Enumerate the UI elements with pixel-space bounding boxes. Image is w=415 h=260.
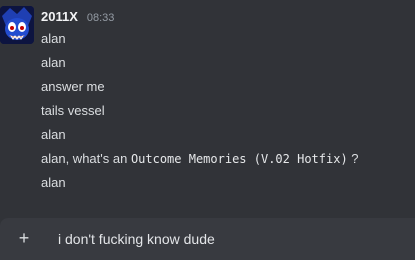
message-text: alan	[41, 175, 66, 190]
message-prefix: alan, what's an	[41, 151, 131, 166]
message-text: alan	[41, 55, 66, 70]
user-avatar[interactable]	[0, 6, 34, 44]
message-text: alan	[41, 127, 66, 142]
message-with-code: alan, what's an Outcome Memories (V.02 H…	[41, 151, 359, 167]
message-header: 2011X 08:33	[41, 9, 114, 25]
message-input[interactable]: i don't fucking know dude	[58, 231, 215, 247]
message-suffix: ?	[347, 151, 359, 166]
timestamp: 08:33	[86, 12, 115, 24]
username[interactable]: 2011X	[41, 9, 78, 24]
message-list: 2011X 08:33 alan alan answer me tails ve…	[0, 0, 415, 210]
message-text: alan	[41, 31, 66, 46]
message-text: answer me	[41, 79, 105, 94]
plus-icon[interactable]: +	[16, 229, 32, 247]
message-text: tails vessel	[41, 103, 105, 118]
inline-code: Outcome Memories (V.02 Hotfix)	[130, 152, 348, 166]
avatar-image	[0, 6, 34, 44]
message-composer[interactable]: + i don't fucking know dude	[0, 218, 415, 260]
